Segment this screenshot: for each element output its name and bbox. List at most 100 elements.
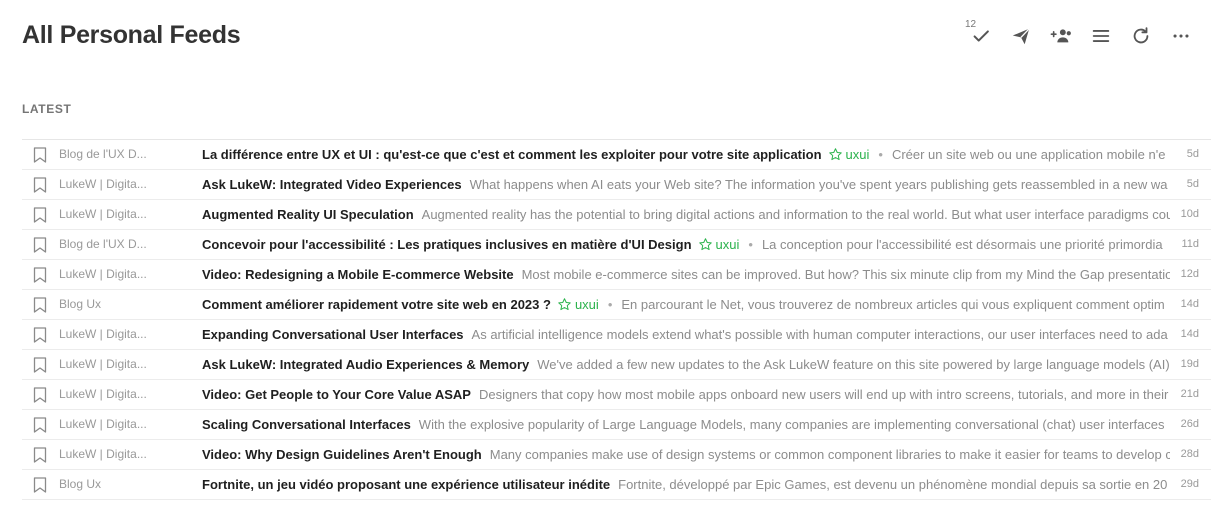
article-title[interactable]: Ask LukeW: Integrated Audio Experiences … — [202, 357, 529, 372]
article-row[interactable]: LukeW | Digita... Video: Why Design Guide… — [22, 440, 1211, 470]
list-view-icon — [1092, 30, 1110, 42]
article-list: Blog de l'UX D... La différence entre UX … — [22, 139, 1211, 500]
article-summary: Fortnite, développé par Epic Games, est … — [618, 477, 1168, 492]
bookmark-icon[interactable] — [33, 327, 47, 343]
article-source: LukeW | Digita... — [59, 417, 147, 431]
article-title[interactable]: Expanding Conversational User Interfaces — [202, 327, 464, 342]
article-title[interactable]: La différence entre UX et UI : qu'est-ce… — [202, 147, 822, 162]
article-content: Augmented Reality UI Speculation Augmente… — [202, 200, 1170, 229]
article-source: LukeW | Digita... — [59, 267, 147, 281]
add-team-button[interactable] — [1041, 22, 1081, 50]
star-icon — [557, 293, 572, 311]
article-content: Scaling Conversational Interfaces With th… — [202, 410, 1170, 439]
article-age: 14d — [1180, 298, 1199, 310]
article-row[interactable]: Blog de l'UX D... Concevoir pour l'access… — [22, 230, 1211, 260]
article-tag-label: uxui — [715, 237, 740, 252]
article-title[interactable]: Concevoir pour l'accessibilité : Les pra… — [202, 237, 692, 252]
people-add-icon — [1050, 29, 1071, 43]
article-age: 5d — [1186, 148, 1199, 160]
bookmark-icon[interactable] — [33, 237, 47, 253]
refresh-icon — [1133, 27, 1149, 44]
separator-dot: • — [748, 237, 753, 252]
article-age: 19d — [1180, 358, 1199, 370]
article-row[interactable]: LukeW | Digita... Ask LukeW: Integrated A… — [22, 350, 1211, 380]
article-source: Blog Ux — [59, 477, 102, 491]
article-content: Concevoir pour l'accessibilité : Les pra… — [202, 230, 1170, 259]
article-summary: En parcourant le Net, vous trouverez de … — [621, 297, 1165, 312]
mark-as-read-button[interactable]: 12 — [961, 19, 1001, 50]
article-summary: Designers that copy how most mobile apps… — [478, 387, 1169, 402]
bookmark-icon[interactable] — [33, 387, 47, 403]
bookmark-icon[interactable] — [33, 207, 47, 223]
article-row[interactable]: Blog de l'UX D... La différence entre UX … — [22, 140, 1211, 170]
article-row[interactable]: LukeW | Digita... Expanding Conversationa… — [22, 320, 1211, 350]
bookmark-icon[interactable] — [33, 357, 47, 373]
article-content: Fortnite, un jeu vidéo proposant une exp… — [202, 470, 1170, 499]
article-source: LukeW | Digita... — [59, 177, 147, 191]
article-row[interactable]: LukeW | Digita... Augmented Reality UI Sp… — [22, 200, 1211, 230]
article-source: LukeW | Digita... — [59, 387, 147, 401]
article-summary: Most mobile e-commerce sites can be impr… — [521, 267, 1170, 282]
article-title[interactable]: Comment améliorer rapidement votre site … — [202, 297, 551, 312]
article-age: 21d — [1180, 388, 1199, 400]
bookmark-icon[interactable] — [33, 447, 47, 463]
layout-button[interactable] — [1081, 22, 1121, 50]
article-title[interactable]: Video: Redesigning a Mobile E-commerce W… — [202, 267, 514, 282]
article-title[interactable]: Scaling Conversational Interfaces — [202, 417, 411, 432]
refresh-button[interactable] — [1121, 22, 1161, 50]
article-row[interactable]: LukeW | Digita... Video: Redesigning a Mo… — [22, 260, 1211, 290]
article-summary: Many companies make use of design system… — [489, 447, 1170, 462]
mark-read-count: 12 — [965, 19, 977, 30]
article-tag[interactable]: uxui — [557, 297, 599, 312]
send-icon — [1012, 28, 1030, 45]
article-content: Ask LukeW: Integrated Audio Experiences … — [202, 350, 1170, 379]
star-icon — [828, 143, 843, 161]
article-row[interactable]: LukeW | Digita... Video: Get People to Yo… — [22, 380, 1211, 410]
article-content: Video: Redesigning a Mobile E-commerce W… — [202, 260, 1170, 289]
more-options-button[interactable] — [1161, 22, 1201, 50]
article-content: La différence entre UX et UI : qu'est-ce… — [202, 140, 1170, 169]
article-source: LukeW | Digita... — [59, 447, 147, 461]
article-content: Ask LukeW: Integrated Video Experiences W… — [202, 170, 1170, 199]
bookmark-icon[interactable] — [33, 297, 47, 313]
article-source: Blog Ux — [59, 297, 102, 311]
article-summary: Augmented reality has the potential to b… — [421, 207, 1170, 222]
article-row[interactable]: LukeW | Digita... Scaling Conversational … — [22, 410, 1211, 440]
bookmark-icon[interactable] — [33, 177, 47, 193]
star-icon — [698, 233, 713, 251]
article-tag[interactable]: uxui — [828, 147, 869, 162]
article-title[interactable]: Video: Why Design Guidelines Aren't Enou… — [202, 447, 482, 462]
article-source: LukeW | Digita... — [59, 357, 147, 371]
section-label-latest: LATEST — [22, 102, 72, 116]
article-source: Blog de l'UX D... — [59, 237, 147, 251]
article-content: Comment améliorer rapidement votre site … — [202, 290, 1170, 319]
article-summary: With the explosive popularity of Large L… — [418, 417, 1165, 432]
article-title[interactable]: Fortnite, un jeu vidéo proposant une exp… — [202, 477, 610, 492]
bookmark-icon[interactable] — [33, 147, 47, 163]
bookmark-icon[interactable] — [33, 477, 47, 493]
bookmark-icon[interactable] — [33, 417, 47, 433]
article-tag-label: uxui — [574, 297, 599, 312]
article-title[interactable]: Video: Get People to Your Core Value ASA… — [202, 387, 471, 402]
article-age: 5d — [1186, 178, 1199, 190]
toolbar: 12 — [961, 19, 1201, 50]
article-title[interactable]: Augmented Reality UI Speculation — [202, 207, 414, 222]
article-content: Expanding Conversational User Interfaces… — [202, 320, 1170, 349]
article-summary: Créer un site web ou une application mob… — [891, 147, 1166, 162]
article-age: 12d — [1180, 268, 1199, 280]
article-source: Blog de l'UX D... — [59, 147, 147, 161]
article-row[interactable]: LukeW | Digita... Ask LukeW: Integrated V… — [22, 170, 1211, 200]
bookmark-icon[interactable] — [33, 267, 47, 283]
article-row[interactable]: Blog Ux Comment améliorer rapidement votr… — [22, 290, 1211, 320]
share-button[interactable] — [1001, 22, 1041, 50]
article-age: 26d — [1180, 418, 1199, 430]
article-row[interactable]: Blog Ux Fortnite, un jeu vidéo proposant … — [22, 470, 1211, 500]
article-summary: What happens when AI eats your Web site?… — [469, 177, 1168, 192]
article-title[interactable]: Ask LukeW: Integrated Video Experiences — [202, 177, 462, 192]
article-source: LukeW | Digita... — [59, 327, 147, 341]
article-source: LukeW | Digita... — [59, 207, 147, 221]
article-tag[interactable]: uxui — [698, 237, 740, 252]
separator-dot: • — [878, 147, 883, 162]
article-age: 28d — [1180, 448, 1199, 460]
article-content: Video: Why Design Guidelines Aren't Enou… — [202, 440, 1170, 469]
